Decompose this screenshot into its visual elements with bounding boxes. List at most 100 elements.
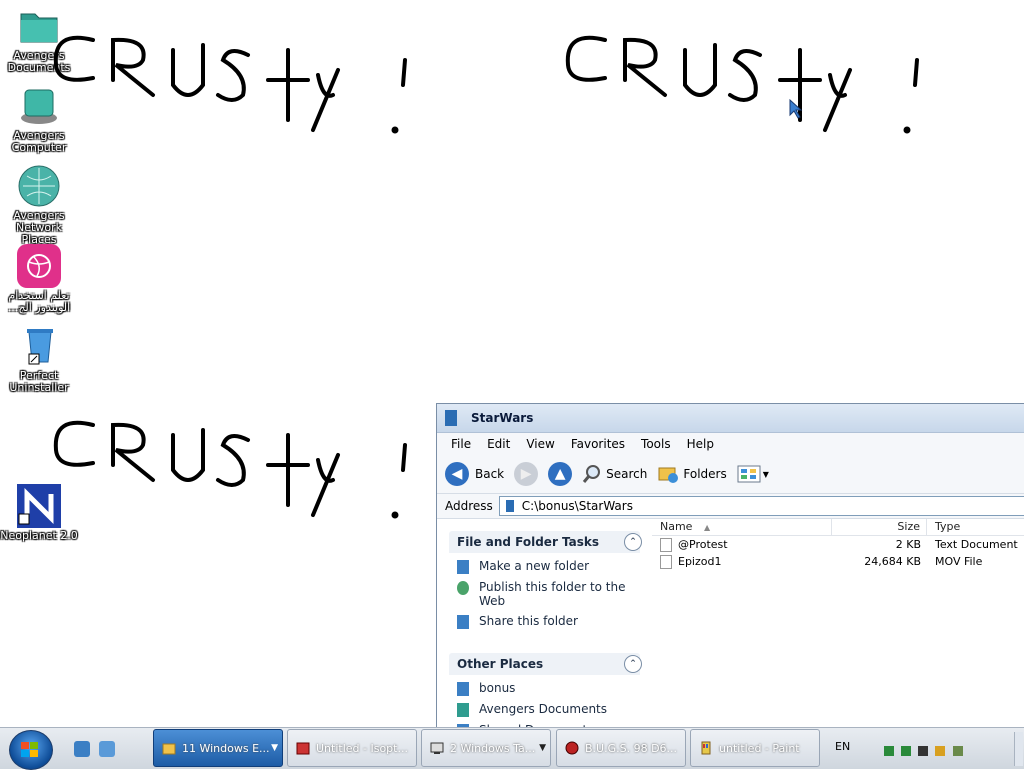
search-button[interactable]: Search <box>582 464 647 484</box>
place-label: Avengers Documents <box>479 702 608 716</box>
up-arrow-icon: ▲ <box>548 462 573 486</box>
place-avengers-documents[interactable]: Avengers Documents <box>457 702 640 717</box>
column-type[interactable]: Type <box>927 519 1024 535</box>
app-window-icon <box>296 742 310 755</box>
text-file-icon <box>660 537 672 552</box>
task-publish-web[interactable]: Publish this folder to the Web <box>457 580 640 608</box>
paint-icon <box>701 741 711 755</box>
search-icon <box>582 465 601 483</box>
file-size: 2 KB <box>895 538 921 551</box>
taskbar: 11 Windows E... ▼ Untitled - Isopt... 2 … <box>0 727 1024 770</box>
address-label: Address <box>445 499 493 513</box>
menu-view[interactable]: View <box>526 437 554 451</box>
address-input[interactable]: C:\bonus\StarWars <box>498 496 1024 516</box>
folder-icon <box>505 500 514 512</box>
back-label: Back <box>475 467 505 481</box>
file-size: 24,684 KB <box>864 555 921 568</box>
menu-help[interactable]: Help <box>687 437 714 451</box>
taskbar-button-task-manager[interactable]: 2 Windows Ta... ▼ <box>421 729 551 767</box>
toolbar: ◀ Back ▶ ▲ Search Folders ▼ <box>437 455 1024 493</box>
folders-button[interactable]: Folders <box>657 464 727 484</box>
task-label: Share this folder <box>479 614 578 628</box>
show-desktop-button[interactable] <box>1014 732 1023 766</box>
collapse-chevron-icon[interactable]: ⌃ <box>624 655 642 673</box>
tray-network-icon-2[interactable] <box>901 746 911 756</box>
taskbar-button-paint[interactable]: untitled - Paint <box>690 729 820 767</box>
task-share-folder[interactable]: Share this folder <box>457 614 640 629</box>
collapse-chevron-icon[interactable]: ⌃ <box>624 533 642 551</box>
views-button[interactable]: ▼ <box>737 464 769 484</box>
language-indicator[interactable]: EN <box>835 740 850 753</box>
views-dropdown-icon: ▼ <box>762 469 769 479</box>
task-label: Make a new folder <box>479 559 590 573</box>
windows-logo-icon <box>21 742 38 757</box>
taskbar-label: Untitled - Isopt... <box>316 741 408 755</box>
title-bar[interactable]: StarWars <box>437 404 1024 433</box>
views-icon <box>737 465 761 483</box>
column-header-row: Name ▲ Size Type <box>652 519 1024 536</box>
address-bar: Address C:\bonus\StarWars <box>437 493 1024 519</box>
start-button[interactable] <box>9 730 53 770</box>
task-group-header[interactable]: Other Places ⌃ <box>449 653 642 675</box>
place-label: bonus <box>479 681 516 695</box>
new-folder-icon <box>457 560 469 574</box>
menu-favorites[interactable]: Favorites <box>571 437 625 451</box>
task-group-title: File and Folder Tasks <box>457 535 600 549</box>
tray-app-icon[interactable] <box>953 746 963 756</box>
task-make-folder[interactable]: Make a new folder <box>457 559 640 574</box>
forward-arrow-icon: ▶ <box>514 462 539 486</box>
taskbar-button-explorer[interactable]: 11 Windows E... ▼ <box>153 729 283 767</box>
publish-globe-icon <box>457 581 469 595</box>
folder-icon <box>457 682 469 696</box>
taskbar-label: B.U.G.S. 98 D6... <box>585 741 678 755</box>
menu-bar: File Edit View Favorites Tools Help <box>437 433 1024 455</box>
back-button[interactable]: ◀ Back <box>445 462 504 486</box>
taskbar-label: 2 Windows Ta... <box>450 741 536 755</box>
quicklaunch-recycle-icon[interactable] <box>74 741 90 757</box>
file-name: @Protest <box>678 537 728 551</box>
bug-icon <box>565 741 579 755</box>
menu-tools[interactable]: Tools <box>641 437 671 451</box>
taskbar-button-isopt[interactable]: Untitled - Isopt... <box>287 729 417 767</box>
file-folder-tasks: File and Folder Tasks ⌃ Make a new folde… <box>449 531 642 629</box>
window-title: StarWars <box>471 411 534 425</box>
share-folder-icon <box>457 615 469 629</box>
file-name: Epizod1 <box>678 554 722 568</box>
tray-network-icon[interactable] <box>884 746 894 756</box>
other-places: Other Places ⌃ bonus Avengers Documents … <box>449 653 642 734</box>
forward-button[interactable]: ▶ <box>514 462 539 486</box>
address-value: C:\bonus\StarWars <box>521 499 633 513</box>
task-group-header[interactable]: File and Folder Tasks ⌃ <box>449 531 642 553</box>
task-group-title: Other Places <box>457 657 544 671</box>
video-file-icon <box>660 554 672 569</box>
explorer-window[interactable]: StarWars File Edit View Favorites Tools … <box>436 403 1024 735</box>
quicklaunch-app-icon[interactable] <box>99 741 115 757</box>
dropdown-arrow-icon: ▼ <box>271 743 278 753</box>
folders-icon <box>658 467 679 483</box>
menu-edit[interactable]: Edit <box>487 437 510 451</box>
column-name[interactable]: Name ▲ <box>652 519 832 535</box>
file-list: Name ▲ Size Type @Protest 2 KB Text Docu… <box>652 519 1024 734</box>
taskbar-button-bugs[interactable]: B.U.G.S. 98 D6... <box>556 729 686 767</box>
search-label: Search <box>606 467 648 481</box>
monitor-icon <box>430 742 444 754</box>
table-row[interactable]: @Protest 2 KB Text Document <box>652 536 1024 553</box>
tray-tools-icon[interactable] <box>935 746 945 756</box>
column-size[interactable]: Size <box>832 519 927 535</box>
dropdown-arrow-icon: ▼ <box>539 743 546 753</box>
table-row[interactable]: Epizod1 24,684 KB MOV File <box>652 553 1024 570</box>
taskbar-label: 11 Windows E... <box>182 741 270 755</box>
task-pane: File and Folder Tasks ⌃ Make a new folde… <box>437 519 652 734</box>
taskbar-label: untitled - Paint <box>719 741 800 755</box>
file-type: MOV File <box>935 555 983 568</box>
up-button[interactable]: ▲ <box>548 462 573 486</box>
place-bonus[interactable]: bonus <box>457 681 640 696</box>
tray-phone-icon[interactable] <box>918 746 928 756</box>
scribble-3 <box>53 420 407 519</box>
task-label: Publish this folder to the Web <box>479 580 626 608</box>
menu-file[interactable]: File <box>451 437 471 451</box>
folder-icon <box>445 410 457 426</box>
column-name-label: Name <box>660 520 693 533</box>
scribble-1 <box>53 35 407 134</box>
folders-label: Folders <box>683 467 727 481</box>
